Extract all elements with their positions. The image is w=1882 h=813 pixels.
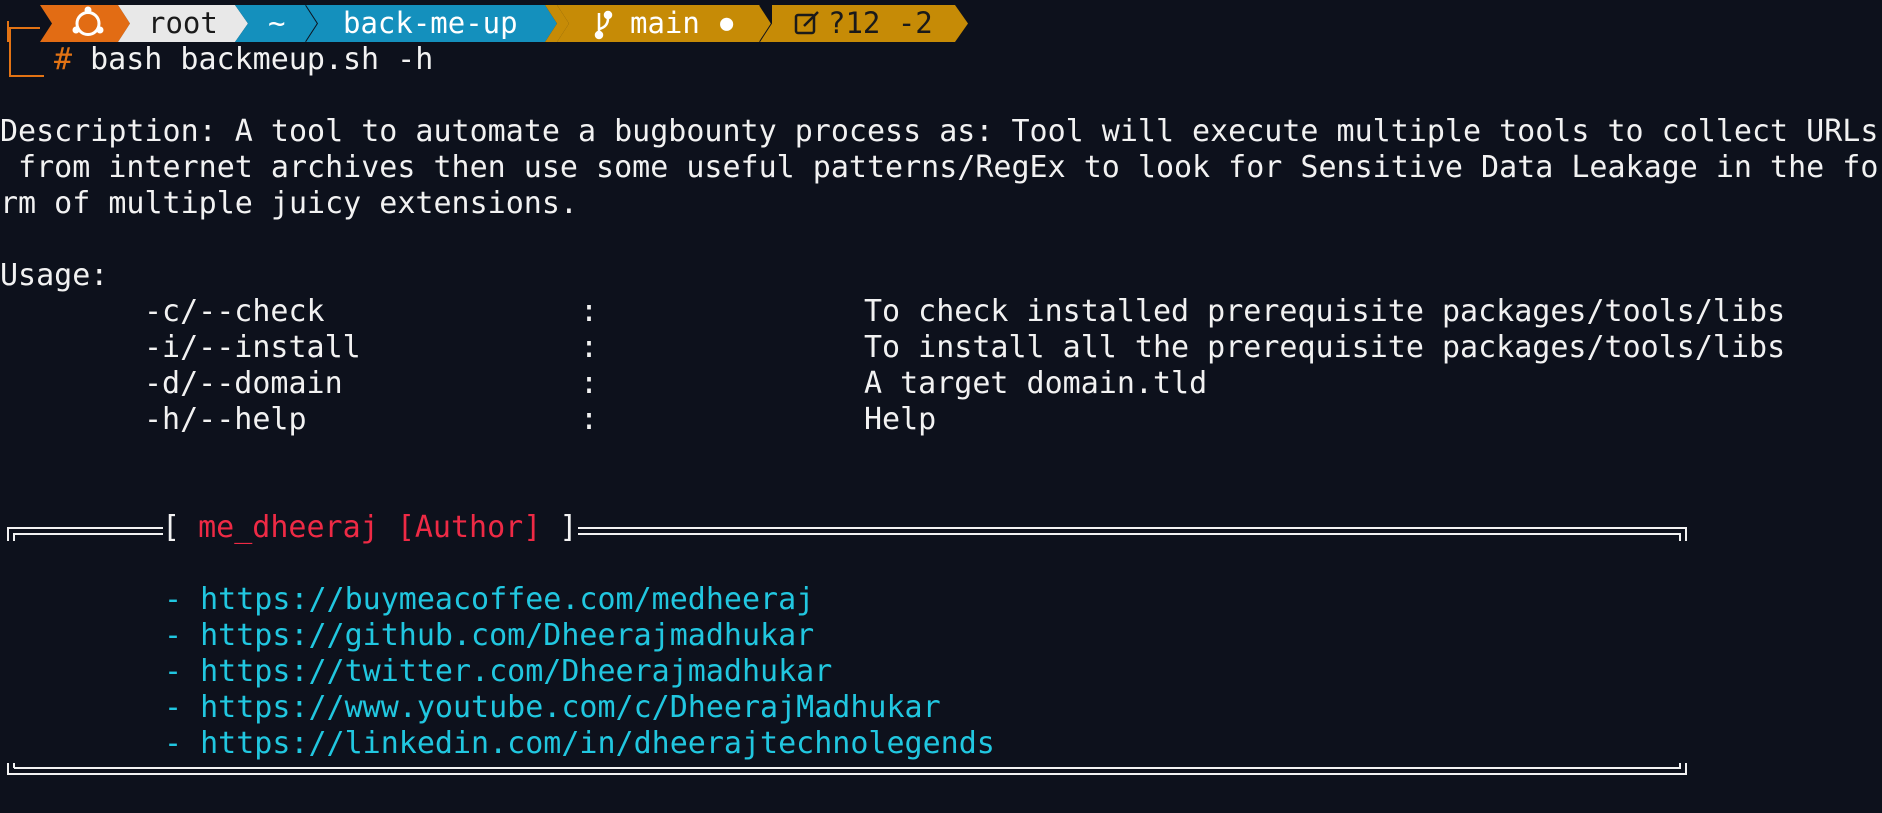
author-name: me_dheeraj bbox=[198, 510, 379, 545]
author-tag: [Author] bbox=[396, 510, 542, 545]
usage-label: Usage: bbox=[0, 258, 109, 293]
prompt-dir: back-me-up bbox=[343, 6, 518, 40]
description-line-1: Description: A tool to automate a bugbou… bbox=[0, 114, 1879, 149]
option-desc: Help bbox=[864, 402, 937, 437]
link-youtube[interactable]: https://www.youtube.com/c/DheerajMadhuka… bbox=[200, 690, 941, 725]
link-item: - https://www.youtube.com/c/DheerajMadhu… bbox=[164, 690, 941, 726]
option-sep: : bbox=[580, 294, 599, 329]
author-close-bracket: ] bbox=[541, 510, 578, 545]
prompt-symbol: # bbox=[54, 42, 73, 77]
option-flag: -i/--install bbox=[144, 330, 361, 365]
prompt-bracket bbox=[9, 27, 44, 77]
link-twitter[interactable]: https://twitter.com/Dheerajmadhukar bbox=[200, 654, 832, 689]
option-sep: : bbox=[580, 366, 599, 401]
option-sep: : bbox=[580, 330, 599, 365]
prompt-branch-dot: ● bbox=[720, 11, 734, 36]
option-flag: -d/--domain bbox=[144, 366, 343, 401]
link-item: - https://twitter.com/Dheerajmadhukar bbox=[164, 654, 832, 690]
prompt-user: root bbox=[148, 6, 218, 40]
command-text: bash backmeup.sh -h bbox=[90, 42, 434, 77]
description-line-2: from internet archives then use some use… bbox=[0, 150, 1879, 185]
link-linkedin[interactable]: https://linkedin.com/in/dheerajtechnoleg… bbox=[200, 726, 995, 761]
link-github[interactable]: https://github.com/Dheerajmadhukar bbox=[200, 618, 814, 653]
link-buymeacoffee[interactable]: https://buymeacoffee.com/medheeraj bbox=[200, 582, 814, 617]
author-header: [ me_dheeraj [Author] ] bbox=[162, 510, 577, 546]
command-line: # bash backmeup.sh -h bbox=[54, 42, 433, 78]
prompt-branch: main bbox=[630, 6, 700, 40]
link-bullet: - bbox=[164, 654, 183, 689]
option-desc: To install all the prerequisite packages… bbox=[864, 330, 1786, 365]
link-item: - https://buymeacoffee.com/medheeraj bbox=[164, 582, 814, 618]
link-item: - https://github.com/Dheerajmadhukar bbox=[164, 618, 814, 654]
link-bullet: - bbox=[164, 690, 183, 725]
link-bullet: - bbox=[164, 618, 183, 653]
description-line-3: rm of multiple juicy extensions. bbox=[0, 186, 578, 221]
option-flag: -h/--help bbox=[144, 402, 307, 437]
option-flag: -c/--check bbox=[144, 294, 325, 329]
option-desc: A target domain.tld bbox=[864, 366, 1208, 401]
option-desc: To check installed prerequisite packages… bbox=[864, 294, 1786, 329]
link-bullet: - bbox=[164, 726, 183, 761]
shell-prompt: root ~ back-me-up main ● ?12 -2 bbox=[0, 5, 1000, 42]
author-open-bracket: [ bbox=[162, 510, 199, 545]
link-bullet: - bbox=[164, 582, 183, 617]
prompt-home: ~ bbox=[268, 6, 286, 40]
option-sep: : bbox=[580, 402, 599, 437]
link-item: - https://linkedin.com/in/dheerajtechnol… bbox=[164, 726, 995, 762]
prompt-git-status: ?12 -2 bbox=[828, 6, 933, 40]
